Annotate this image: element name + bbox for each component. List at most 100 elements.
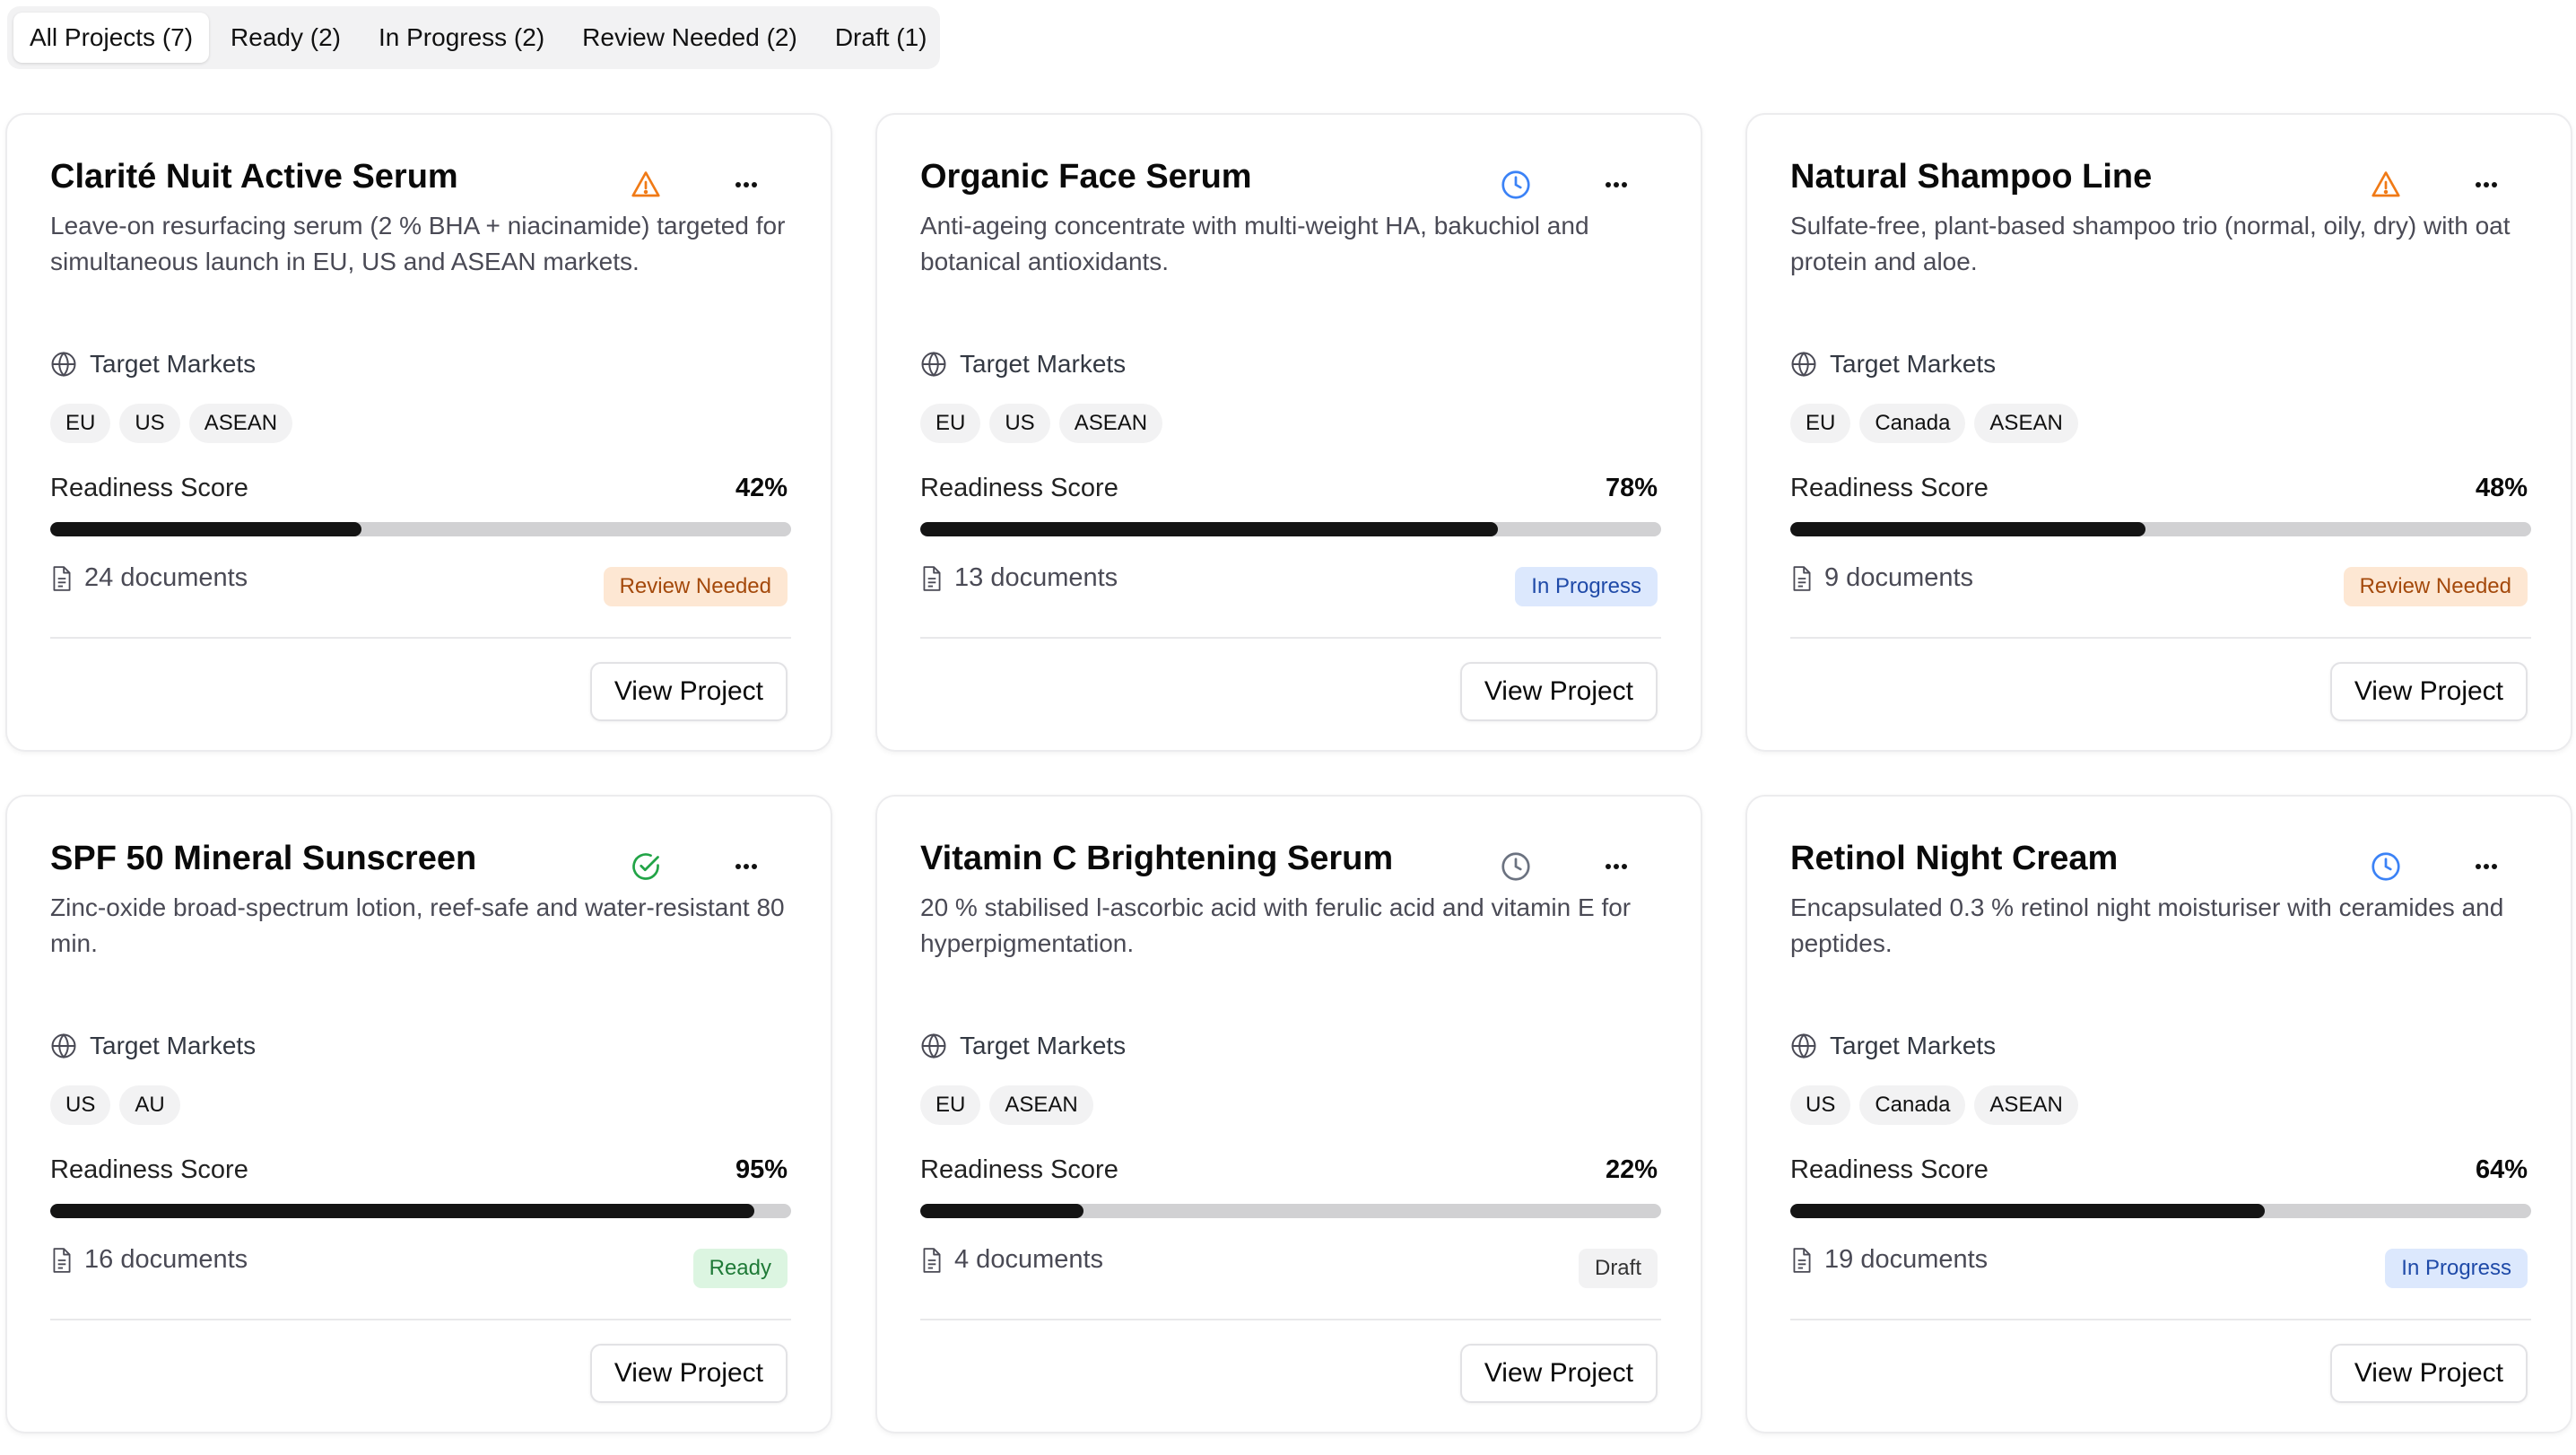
- view-project-button[interactable]: View Project: [2329, 662, 2528, 721]
- project-description: Encapsulated 0.3 % retinol night moistur…: [1790, 893, 2504, 957]
- readiness-progress-bar: [920, 522, 1661, 536]
- more-options-button[interactable]: [2465, 847, 2508, 886]
- file-icon: [53, 1247, 71, 1273]
- market-tag: EU: [1790, 404, 1851, 443]
- market-tag: EU: [50, 404, 111, 443]
- readiness-score-value: 42%: [735, 474, 788, 502]
- document-count-text: 13 documents: [954, 563, 1118, 592]
- clock-icon: [1500, 169, 1532, 201]
- readiness-score-label: Readiness Score: [1790, 474, 1989, 502]
- tab-review-needed[interactable]: Review Needed (2): [566, 13, 814, 63]
- more-options-button[interactable]: [1595, 165, 1638, 205]
- document-count-text: 19 documents: [1824, 1245, 1989, 1274]
- more-horizontal-icon: [2476, 864, 2497, 869]
- view-project-button[interactable]: View Project: [589, 662, 788, 721]
- readiness-score-label: Readiness Score: [920, 1155, 1118, 1184]
- globe-icon: [1791, 1032, 1816, 1059]
- market-tags: EU US ASEAN: [920, 404, 1163, 443]
- market-tag: ASEAN: [989, 1085, 1093, 1125]
- clock-icon: [1500, 850, 1532, 883]
- document-count-text: 16 documents: [84, 1245, 248, 1274]
- market-tag: US: [119, 404, 180, 443]
- readiness-progress-bar: [920, 1204, 1661, 1218]
- project-card: Clarité Nuit Active Serum Leave-on resur…: [5, 113, 832, 752]
- readiness-score-label: Readiness Score: [50, 474, 248, 502]
- warning-icon: [630, 169, 662, 201]
- target-markets-label: Target Markets: [1830, 350, 1997, 378]
- tab-all-projects[interactable]: All Projects (7): [13, 13, 210, 63]
- clock-icon: [2370, 850, 2402, 883]
- project-description: 20 % stabilised l-ascorbic acid with fer…: [920, 893, 1632, 957]
- document-count: 24 documents: [50, 563, 248, 593]
- market-tag: EU: [920, 1085, 981, 1125]
- view-project-button[interactable]: View Project: [589, 1344, 788, 1403]
- readiness-progress-fill: [1790, 1204, 2265, 1218]
- target-markets-heading: Target Markets: [920, 350, 1126, 379]
- project-title: Natural Shampoo Line: [1790, 158, 2153, 196]
- check-circle-icon: [630, 850, 662, 883]
- market-tag: Canada: [1859, 404, 1966, 443]
- readiness-progress-fill: [920, 1204, 1083, 1218]
- readiness-progress-bar: [1790, 1204, 2531, 1218]
- warning-icon: [2370, 169, 2402, 201]
- globe-icon: [51, 1032, 76, 1059]
- document-count: 9 documents: [1790, 563, 1973, 593]
- card-divider: [920, 1319, 1661, 1320]
- target-markets-label: Target Markets: [1830, 1032, 1997, 1059]
- tab-ready[interactable]: Ready (2): [214, 13, 357, 63]
- readiness-progress-bar: [50, 522, 791, 536]
- project-card: Retinol Night Cream Encapsulated 0.3 % r…: [1745, 795, 2572, 1433]
- project-description: Anti-ageing concentrate with multi-weigh…: [920, 212, 1589, 275]
- readiness-score-value: 48%: [2475, 474, 2528, 502]
- market-tag: EU: [920, 404, 981, 443]
- file-icon: [923, 1247, 941, 1273]
- target-markets-label: Target Markets: [960, 1032, 1127, 1059]
- market-tags: US Canada ASEAN: [1790, 1085, 2078, 1125]
- project-title: SPF 50 Mineral Sunscreen: [50, 840, 477, 877]
- more-horizontal-icon: [735, 182, 757, 187]
- project-description: Zinc-oxide broad-spectrum lotion, reef-s…: [50, 893, 785, 957]
- readiness-progress-bar: [50, 1204, 791, 1218]
- tab-in-progress[interactable]: In Progress (2): [362, 13, 561, 63]
- target-markets-heading: Target Markets: [50, 350, 256, 379]
- more-options-button[interactable]: [1595, 847, 1638, 886]
- document-count-text: 4 documents: [954, 1245, 1104, 1274]
- view-project-button[interactable]: View Project: [2329, 1344, 2528, 1403]
- status-badge: In Progress: [2385, 1249, 2528, 1288]
- status-badge: Review Needed: [603, 567, 788, 606]
- market-tag: ASEAN: [1974, 404, 2078, 443]
- readiness-score-label: Readiness Score: [1790, 1155, 1989, 1184]
- readiness-score-value: 64%: [2475, 1155, 2528, 1184]
- more-horizontal-icon: [2476, 182, 2497, 187]
- readiness-progress-fill: [50, 522, 361, 536]
- globe-icon: [921, 1032, 946, 1059]
- more-options-button[interactable]: [725, 847, 768, 886]
- readiness-progress-fill: [1790, 522, 2146, 536]
- market-tags: EU ASEAN: [920, 1085, 1093, 1125]
- card-divider: [50, 1319, 791, 1320]
- project-title: Clarité Nuit Active Serum: [50, 158, 458, 196]
- view-project-button[interactable]: View Project: [1459, 1344, 1658, 1403]
- more-options-button[interactable]: [2465, 165, 2508, 205]
- readiness-progress-bar: [1790, 522, 2531, 536]
- tab-draft[interactable]: Draft (1): [819, 13, 944, 63]
- target-markets-label: Target Markets: [960, 350, 1127, 378]
- target-markets-label: Target Markets: [90, 1032, 257, 1059]
- project-title: Vitamin C Brightening Serum: [920, 840, 1394, 877]
- globe-icon: [51, 351, 76, 378]
- market-tag: ASEAN: [188, 404, 293, 443]
- more-horizontal-icon: [1606, 864, 1627, 869]
- document-count-text: 9 documents: [1824, 563, 1974, 592]
- readiness-score-value: 22%: [1605, 1155, 1658, 1184]
- target-markets-heading: Target Markets: [1790, 350, 1996, 379]
- target-markets-label: Target Markets: [90, 350, 257, 378]
- readiness-score-value: 78%: [1605, 474, 1658, 502]
- readiness-score-label: Readiness Score: [920, 474, 1118, 502]
- project-description: Leave-on resurfacing serum (2 % BHA + ni…: [50, 212, 786, 275]
- project-card: SPF 50 Mineral Sunscreen Zinc-oxide broa…: [5, 795, 832, 1433]
- more-options-button[interactable]: [725, 165, 768, 205]
- view-project-button[interactable]: View Project: [1459, 662, 1658, 721]
- project-description: Sulfate-free, plant-based shampoo trio (…: [1790, 212, 2511, 275]
- document-count: 19 documents: [1790, 1245, 1988, 1275]
- market-tags: EU US ASEAN: [50, 404, 293, 443]
